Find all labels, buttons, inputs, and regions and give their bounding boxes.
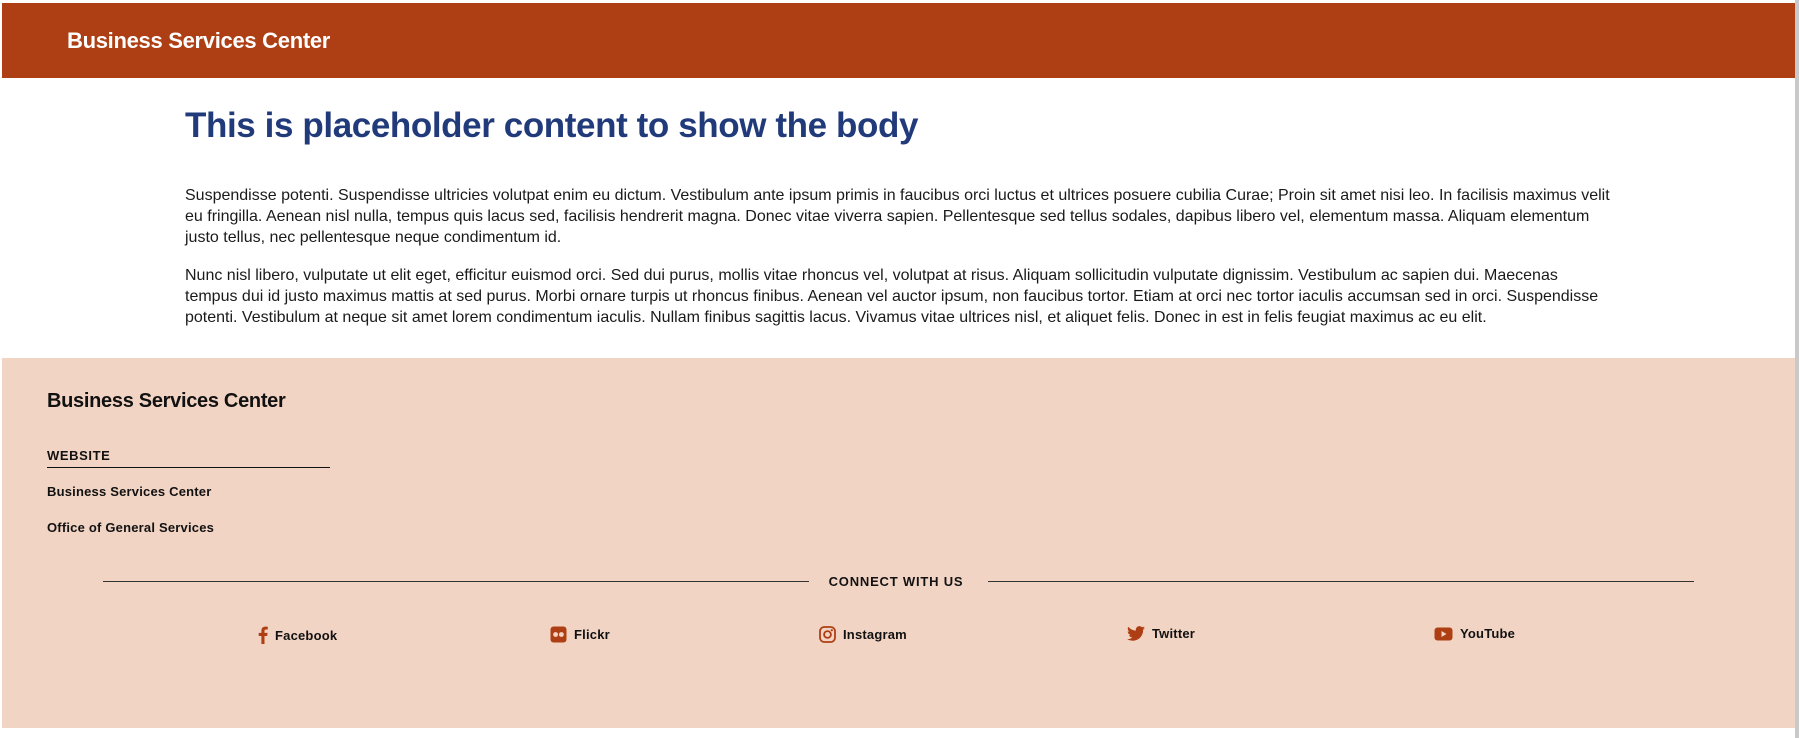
social-link-facebook[interactable]: Facebook — [258, 626, 337, 644]
social-label-flickr: Flickr — [574, 627, 610, 642]
website-heading: WEBSITE — [47, 448, 330, 468]
connect-divider-left — [103, 581, 809, 582]
flickr-icon — [550, 626, 567, 643]
bottom-page-strip — [2, 728, 1795, 738]
main-content: This is placeholder content to show the … — [185, 96, 1610, 345]
social-label-facebook: Facebook — [275, 627, 338, 643]
social-link-youtube[interactable]: YouTube — [1434, 626, 1515, 641]
page-title: This is placeholder content to show the … — [185, 106, 919, 145]
social-link-twitter[interactable]: Twitter — [1127, 626, 1195, 641]
youtube-icon — [1434, 627, 1453, 641]
connect-divider-right — [988, 581, 1694, 582]
footer-link-business-services-center[interactable]: Business Services Center — [47, 484, 212, 499]
social-label-twitter: Twitter — [1152, 626, 1196, 641]
window-scrollbar-edge[interactable] — [1795, 0, 1799, 738]
footer-title: Business Services Center — [47, 390, 286, 412]
twitter-icon — [1127, 626, 1145, 641]
site-footer: Business Services Center WEBSITE Busines… — [2, 358, 1795, 728]
instagram-icon — [819, 626, 836, 643]
page: Business Services Center This is placeho… — [0, 0, 1799, 738]
social-label-instagram: Instagram — [843, 627, 907, 642]
header-site-title-link[interactable]: Business Services Center — [67, 28, 330, 54]
facebook-icon — [258, 626, 268, 644]
social-label-youtube: YouTube — [1460, 626, 1516, 641]
site-header: Business Services Center — [2, 3, 1795, 78]
footer-link-office-of-general-services[interactable]: Office of General Services — [47, 520, 214, 535]
social-link-flickr[interactable]: Flickr — [550, 626, 610, 643]
body-paragraph-1: Suspendisse potenti. Suspendisse ultrici… — [185, 187, 1610, 246]
social-link-instagram[interactable]: Instagram — [819, 626, 907, 643]
body-paragraph-2: Nunc nisl libero, vulputate ut elit eget… — [185, 267, 1599, 326]
connect-with-us-label: CONNECT WITH US — [828, 574, 964, 589]
